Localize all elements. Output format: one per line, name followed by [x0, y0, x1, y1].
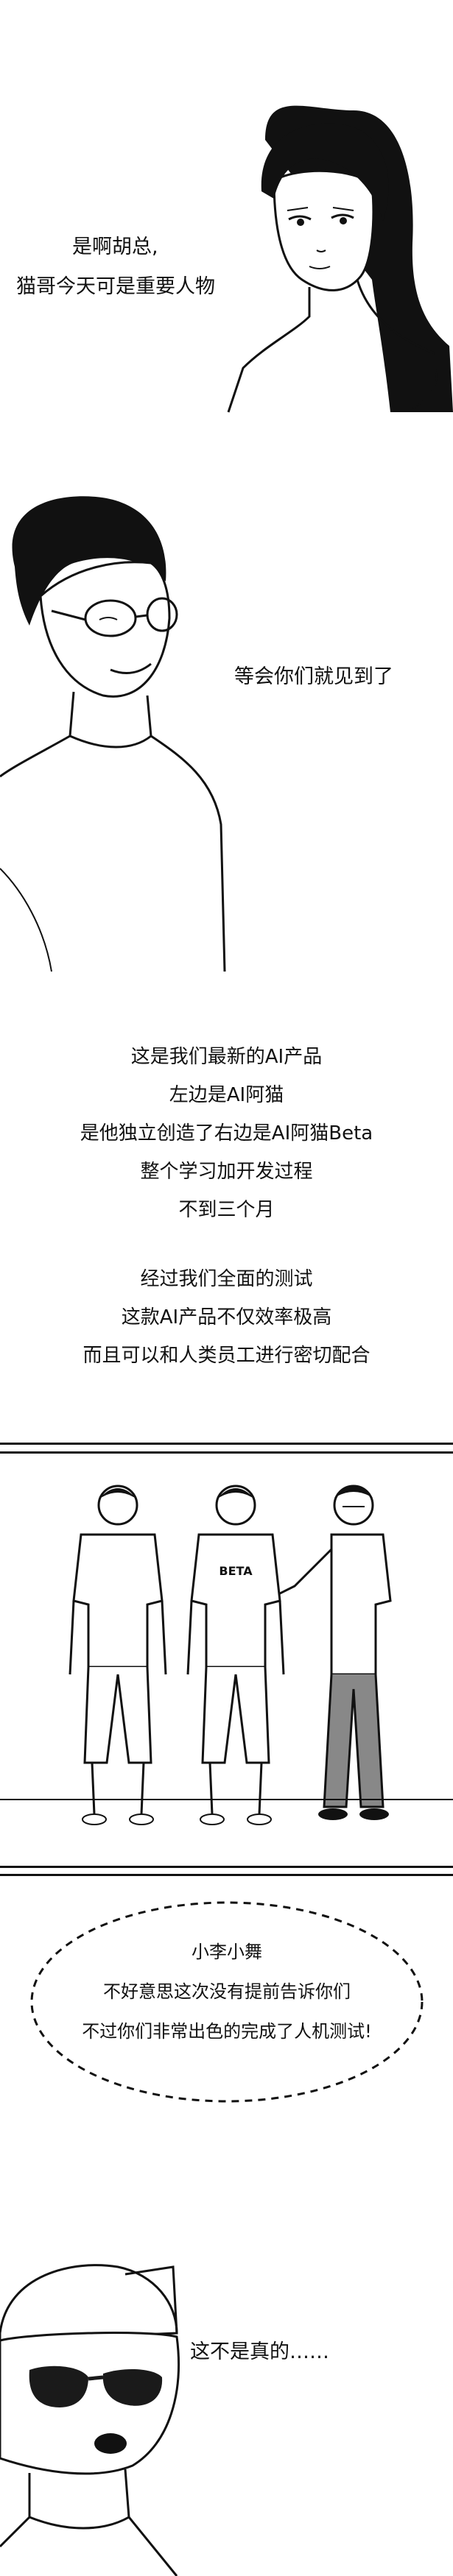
test-line-2: 这款AI产品不仅效率极高	[121, 1306, 332, 1328]
panel-man-glasses: 等会你们就见到了	[0, 412, 453, 972]
man-illustration	[0, 496, 226, 972]
intro-line-5: 不到三个月	[178, 1199, 275, 1221]
cap-man-speech: 这不是真的……	[190, 2340, 329, 2363]
intro-line-1: 这是我们最新的AI产品	[130, 1046, 323, 1068]
top-double-rule	[0, 1443, 453, 1445]
bubble-line-1: 小李小舞	[192, 1942, 262, 1962]
panel-woman: 是啊胡总, 猫哥今天可是重要人物	[0, 0, 453, 413]
intro-line-2: 左边是AI阿猫	[169, 1084, 284, 1106]
bubble-line-2: 不好意思这次没有提前告诉你们	[103, 1981, 351, 2002]
intro-line-3: 是他独立创造了右边是AI阿猫Beta	[80, 1122, 373, 1144]
beta-shirt-label: BETA	[219, 1564, 253, 1578]
bubble-line-3: 不过你们非常出色的完成了人机测试!	[82, 2021, 372, 2042]
cap-man-illustration	[0, 2264, 180, 2576]
test-line-1: 经过我们全面的测试	[140, 1268, 313, 1290]
bubble-text-block: 小李小舞 不好意思这次没有提前告诉你们 不过你们非常出色的完成了人机测试!	[28, 1932, 426, 2051]
test-text-block: 经过我们全面的测试 这款AI产品不仅效率极高 而且可以和人类员工进行密切配合	[0, 1260, 453, 1375]
three-figures-illustration	[0, 1485, 453, 1825]
woman-illustration	[227, 105, 453, 413]
panel-three-figures: BETA	[0, 1454, 453, 1866]
bottom-double-rule-inner	[0, 1874, 453, 1876]
test-line-3: 而且可以和人类员工进行密切配合	[82, 1345, 371, 1367]
bottom-double-rule	[0, 1866, 453, 1868]
panel-cap-man: 这不是真的……	[0, 2223, 453, 2576]
intro-line-4: 整个学习加开发过程	[140, 1161, 313, 1183]
intro-text-block: 这是我们最新的AI产品 左边是AI阿猫 是他独立创造了右边是AI阿猫Beta 整…	[0, 1038, 453, 1229]
